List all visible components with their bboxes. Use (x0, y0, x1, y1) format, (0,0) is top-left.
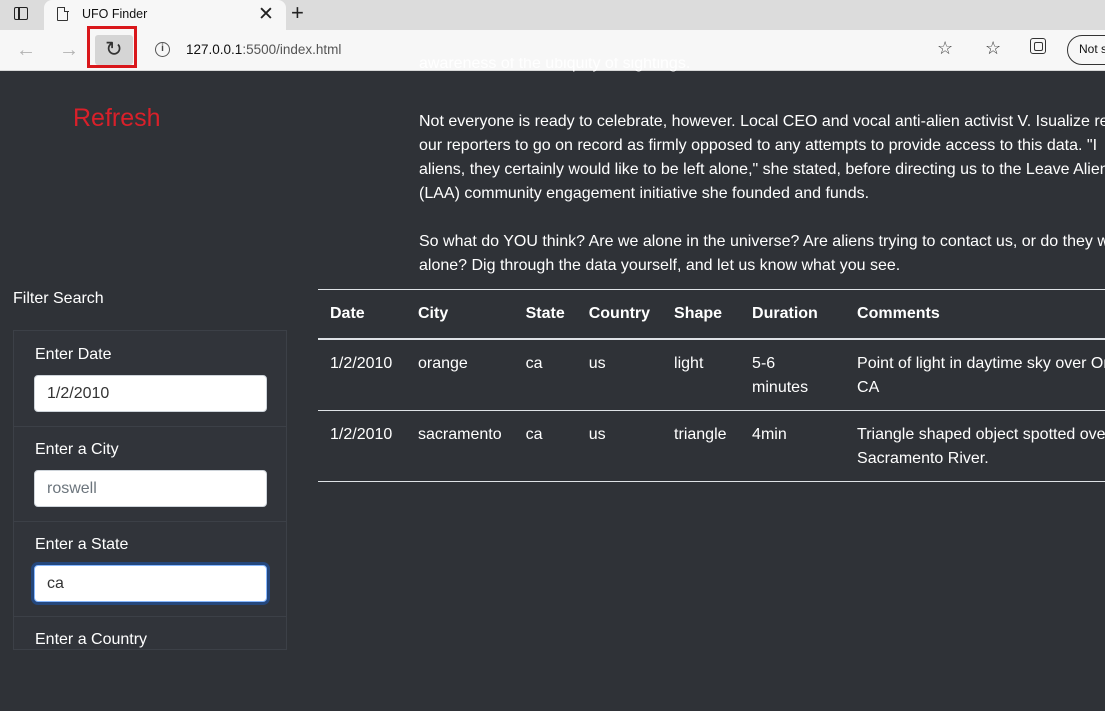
add-favorite-icon[interactable]: ☆ (937, 38, 953, 59)
cell-shape: light (662, 339, 741, 411)
article-line: Not everyone is ready to celebrate, howe… (419, 113, 1105, 130)
state-label: Enter a State (35, 536, 129, 553)
date-input[interactable] (34, 375, 267, 412)
cell-state: ca (513, 339, 577, 411)
info-icon[interactable]: i (155, 42, 170, 57)
cell-state: ca (513, 410, 577, 482)
cell-city: sacramento (406, 410, 514, 482)
sightings-table: Date City State Country Shape Duration C… (318, 289, 1105, 482)
favorites-icon[interactable]: ☆ (985, 38, 1001, 59)
url-host: 127.0.0.1 (186, 42, 243, 57)
forward-icon[interactable]: → (55, 36, 83, 64)
header-city: City (406, 289, 514, 340)
cell-country: us (576, 410, 663, 482)
plus-icon[interactable]: + (291, 0, 304, 26)
window-icon[interactable] (14, 7, 28, 20)
header-state: State (513, 289, 577, 340)
browser-tab[interactable]: UFO Finder ✕ (44, 0, 286, 30)
address-bar[interactable]: 127.0.0.1:5500/index.html (186, 42, 341, 57)
cell-comments: Triangle shaped object spotted over Sacr… (845, 410, 1105, 482)
cell-shape: triangle (662, 410, 741, 482)
tab-title: UFO Finder (82, 7, 148, 21)
header-comments: Comments (845, 289, 1105, 340)
article-line: our reporters to go on record as firmly … (419, 137, 1098, 154)
article-line: aliens, they certainly would like to be … (419, 161, 1105, 178)
article-line: So what do YOU think? Are we alone in th… (419, 233, 1105, 250)
table-row: 1/2/2010 orange ca us light 5-6 minutes … (318, 339, 1105, 411)
close-icon[interactable]: ✕ (258, 3, 274, 26)
article-line: alone? Dig through the data yourself, an… (419, 257, 901, 274)
table-header-row: Date City State Country Shape Duration C… (318, 289, 1105, 340)
filter-group-date: Enter Date (14, 331, 286, 427)
article-fragment: awareness of the ubiquity of sightings. (419, 58, 691, 72)
url-path: :5500/index.html (242, 42, 342, 57)
date-label: Enter Date (35, 346, 112, 363)
city-label: Enter a City (35, 441, 119, 458)
cell-duration: 4min (740, 410, 846, 482)
table-row: 1/2/2010 sacramento ca us triangle 4min … (318, 410, 1105, 482)
header-duration: Duration (740, 289, 846, 340)
header-date: Date (318, 289, 406, 340)
back-icon[interactable]: ← (12, 36, 40, 64)
cell-city: orange (406, 339, 514, 411)
article-text: awareness of the ubiquity of sightings. … (419, 58, 1105, 278)
state-input[interactable] (34, 565, 267, 602)
country-label: Enter a Country (35, 631, 148, 648)
filter-group-city: Enter a City (14, 426, 286, 522)
cell-duration: 5-6 minutes (740, 339, 846, 411)
cell-comments: Point of light in daytime sky over Or CA (845, 339, 1105, 411)
header-country: Country (576, 289, 663, 340)
cell-date: 1/2/2010 (318, 339, 406, 411)
tab-strip: UFO Finder ✕ + (0, 0, 1105, 30)
city-input[interactable] (34, 470, 267, 507)
refresh-highlight-box (87, 26, 137, 68)
filter-group-state: Enter a State (14, 521, 286, 617)
collections-icon[interactable] (1030, 38, 1046, 54)
cell-country: us (576, 339, 663, 411)
filter-panel: Enter Date Enter a City Enter a State En… (13, 330, 287, 650)
cell-date: 1/2/2010 (318, 410, 406, 482)
header-shape: Shape (662, 289, 741, 340)
page-icon (57, 6, 69, 21)
article-line: (LAA) community engagement initiative sh… (419, 185, 870, 202)
filter-heading: Filter Search (13, 290, 104, 307)
refresh-annotation: Refresh (73, 104, 161, 132)
filter-group-country: Enter a Country (14, 616, 286, 711)
